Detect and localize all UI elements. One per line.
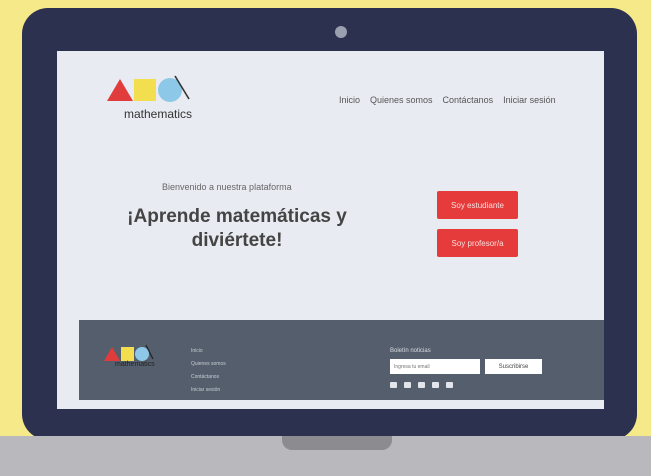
instagram-icon[interactable] [404,382,411,388]
snapchat-icon[interactable] [418,382,425,388]
welcome-text: Bienvenido a nuestra plataforma [162,182,292,192]
twitter-icon[interactable] [432,382,439,388]
browser-screen: mathematics Inicio Quienes somos Contáct… [57,51,604,409]
teacher-button[interactable]: Soy profesor/a [437,229,518,257]
facebook-icon[interactable] [390,382,397,388]
footer: mathematics Inicio Quienes somos Contáct… [79,320,604,400]
subscribe-button[interactable]: Suscribirse [485,359,542,374]
main-nav: Inicio Quienes somos Contáctanos Iniciar… [339,95,556,105]
nav-contactanos[interactable]: Contáctanos [443,95,494,105]
hero-title: ¡Aprende matemáticas y diviértete! [127,206,347,251]
footer-link-contactanos[interactable]: Contáctanos [191,371,226,384]
footer-logo-text: mathematics [115,361,155,368]
newsletter-label: Boletín noticias [390,348,431,354]
logo-text: mathematics [124,107,193,121]
youtube-icon[interactable] [446,382,453,388]
footer-link-inicio[interactable]: Inicio [191,345,226,358]
nav-inicio[interactable]: Inicio [339,95,360,105]
social-icons [390,382,453,388]
newsletter-email-input[interactable] [390,359,480,374]
webcam-icon [335,26,347,38]
footer-link-quienes-somos[interactable]: Quienes somos [191,358,226,371]
footer-link-iniciar-sesion[interactable]: Iniciar sesión [191,384,226,397]
nav-quienes-somos[interactable]: Quienes somos [370,95,433,105]
laptop-hinge-notch [282,436,392,450]
student-button[interactable]: Soy estudiante [437,191,518,219]
nav-iniciar-sesion[interactable]: Iniciar sesión [503,95,556,105]
footer-links: Inicio Quienes somos Contáctanos Iniciar… [191,345,226,397]
